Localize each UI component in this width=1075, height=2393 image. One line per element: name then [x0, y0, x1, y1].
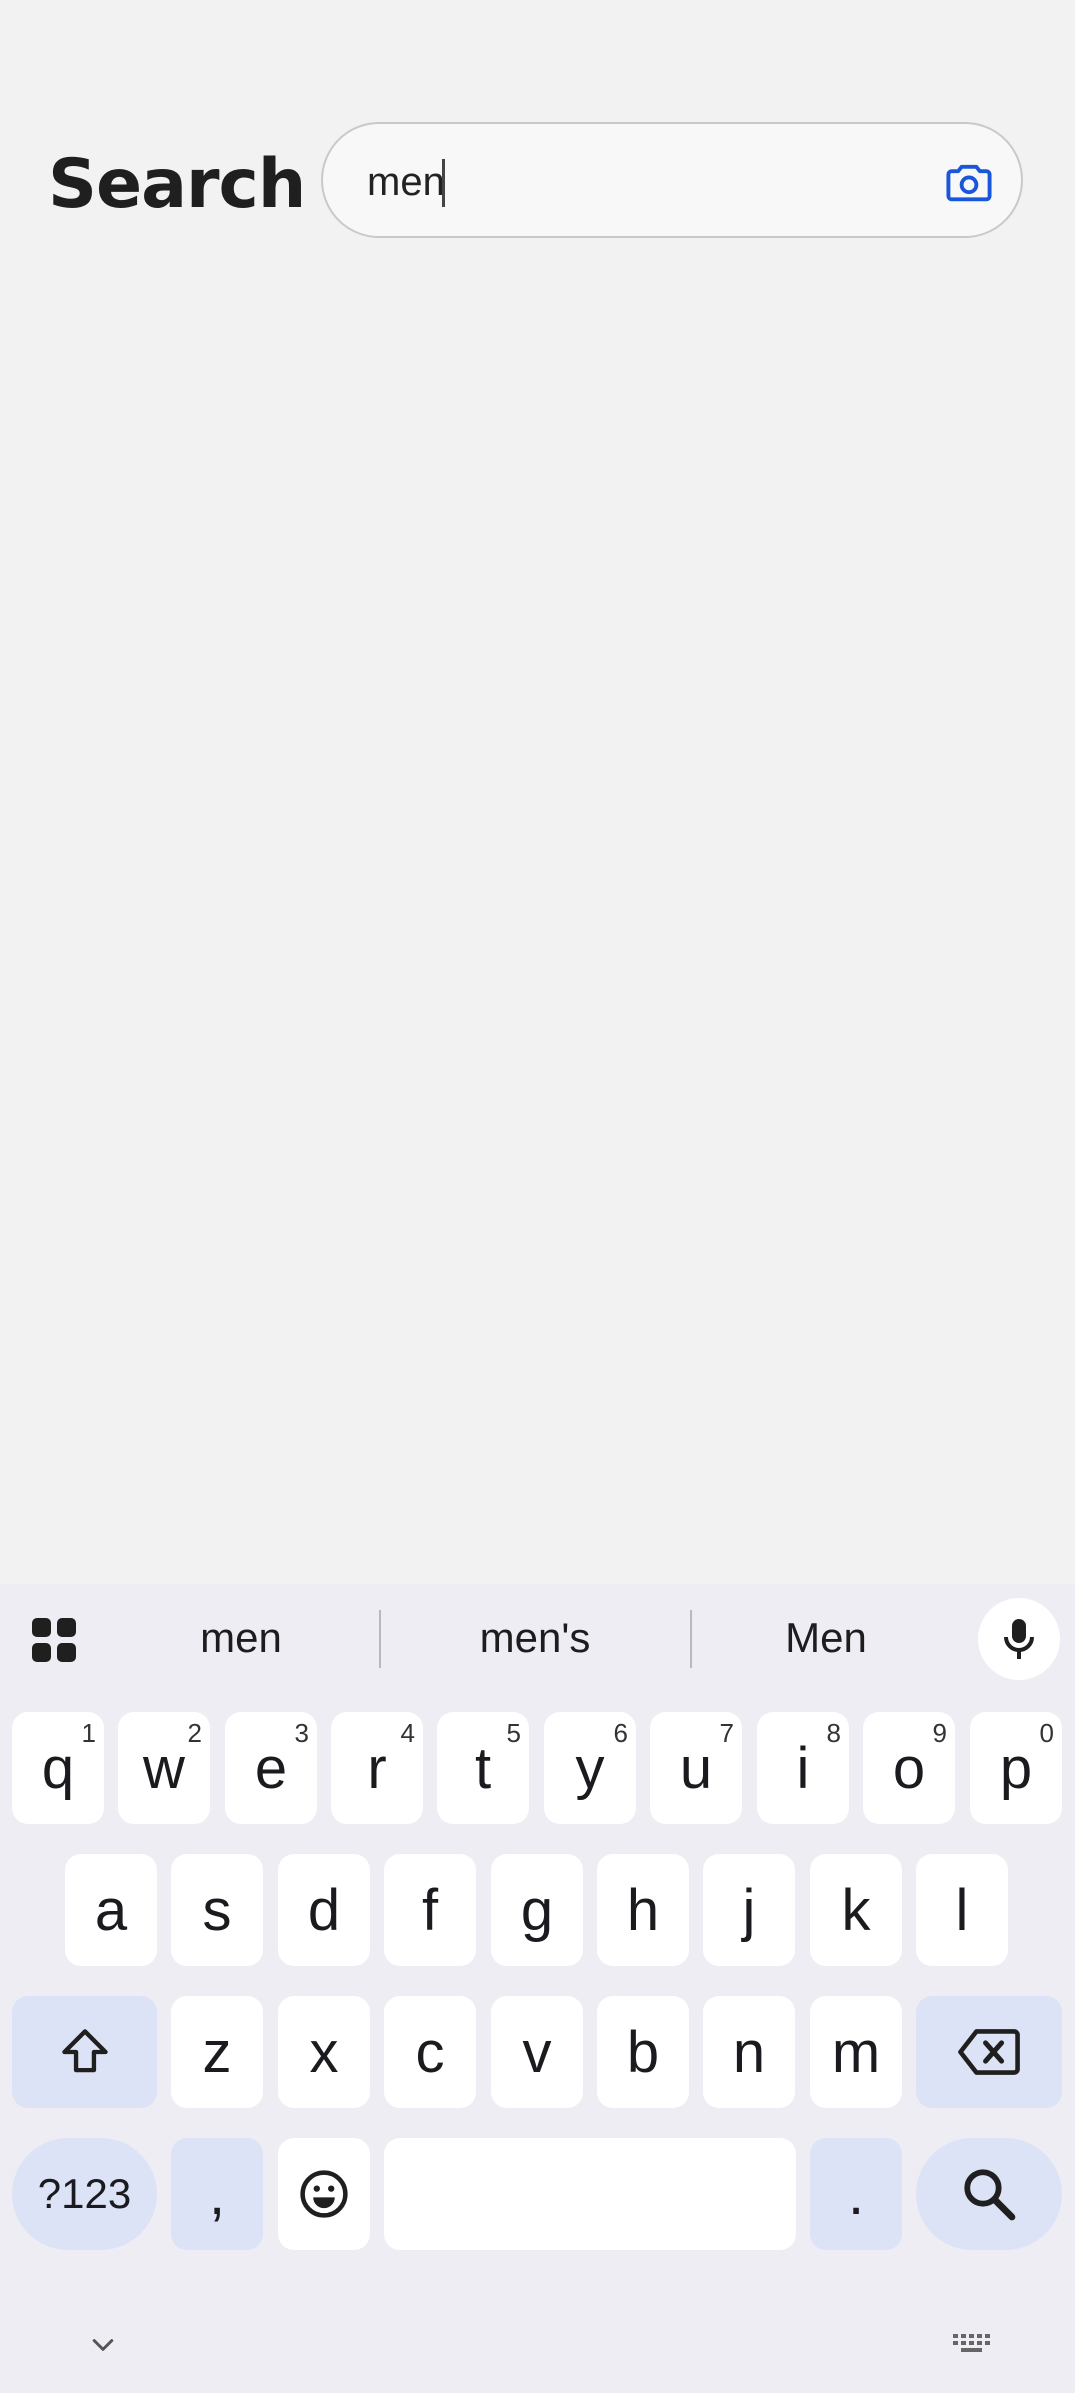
apps-grid-icon[interactable]: [30, 1616, 78, 1664]
key-d[interactable]: d: [278, 1854, 370, 1966]
key-v[interactable]: v: [491, 1996, 583, 2108]
key-r[interactable]: r4: [331, 1712, 423, 1824]
hide-keyboard-chevron-icon[interactable]: [88, 2330, 118, 2360]
voice-input-button[interactable]: [978, 1598, 1060, 1680]
camera-search-button[interactable]: [941, 154, 997, 210]
key-a[interactable]: a: [65, 1854, 157, 1966]
emoji-icon: [300, 2170, 348, 2218]
key-l[interactable]: l: [916, 1854, 1008, 1966]
search-icon: [964, 2169, 1016, 2221]
key-f[interactable]: f: [384, 1854, 476, 1966]
key-p[interactable]: p0: [970, 1712, 1062, 1824]
symbols-key[interactable]: ?123: [12, 2138, 157, 2250]
key-o[interactable]: o9: [863, 1712, 955, 1824]
backspace-key[interactable]: [916, 1996, 1062, 2108]
text-cursor: [442, 159, 445, 207]
suggestion-3[interactable]: Men: [705, 1604, 947, 1672]
period-key[interactable]: .: [810, 2138, 902, 2250]
key-m[interactable]: m: [810, 1996, 902, 2108]
suggestion-1[interactable]: men: [120, 1604, 362, 1672]
keyboard-switch-icon[interactable]: [952, 2332, 992, 2358]
suggestion-2[interactable]: men's: [400, 1604, 670, 1672]
key-h[interactable]: h: [597, 1854, 689, 1966]
space-key[interactable]: [384, 2138, 796, 2250]
key-x[interactable]: x: [278, 1996, 370, 2108]
shift-key[interactable]: [12, 1996, 157, 2108]
key-n[interactable]: n: [703, 1996, 795, 2108]
key-g[interactable]: g: [491, 1854, 583, 1966]
key-q[interactable]: q1: [12, 1712, 104, 1824]
key-s[interactable]: s: [171, 1854, 263, 1966]
key-e[interactable]: e3: [225, 1712, 317, 1824]
suggestion-divider: [379, 1610, 381, 1668]
key-z[interactable]: z: [171, 1996, 263, 2108]
emoji-key[interactable]: [278, 2138, 370, 2250]
keyboard-nav-bar: [0, 2310, 1075, 2390]
suggestion-bar: men men's Men: [0, 1584, 1075, 1692]
search-key[interactable]: [916, 2138, 1062, 2250]
key-b[interactable]: b: [597, 1996, 689, 2108]
backspace-icon: [958, 2029, 1020, 2075]
comma-key[interactable]: ,: [171, 2138, 263, 2250]
key-j[interactable]: j: [703, 1854, 795, 1966]
on-screen-keyboard: men men's Men q1 w2 e3 r4 t5 y6 u7 i8 o9…: [0, 1584, 1075, 2393]
suggestion-divider: [690, 1610, 692, 1668]
page-title: Search: [48, 145, 306, 224]
search-input[interactable]: [367, 154, 887, 210]
key-t[interactable]: t5: [437, 1712, 529, 1824]
key-i[interactable]: i8: [757, 1712, 849, 1824]
search-box[interactable]: [321, 122, 1023, 238]
microphone-icon: [1004, 1619, 1034, 1659]
key-w[interactable]: w2: [118, 1712, 210, 1824]
key-k[interactable]: k: [810, 1854, 902, 1966]
key-y[interactable]: y6: [544, 1712, 636, 1824]
shift-arrow-icon: [61, 2029, 108, 2073]
key-c[interactable]: c: [384, 1996, 476, 2108]
key-u[interactable]: u7: [650, 1712, 742, 1824]
camera-icon: [946, 164, 992, 202]
